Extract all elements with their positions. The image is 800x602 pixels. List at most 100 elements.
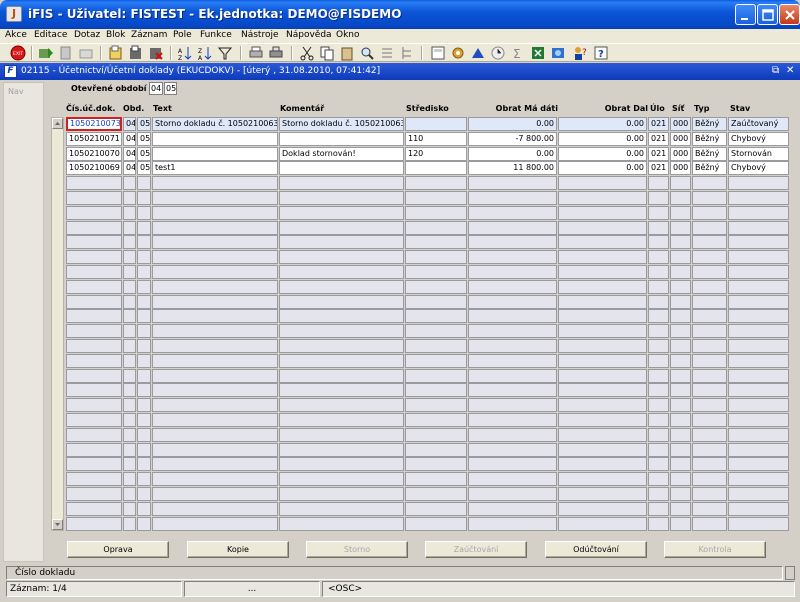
print-setup-icon[interactable] (268, 45, 284, 61)
cell-ulo[interactable] (648, 339, 669, 353)
cell-debit[interactable] (468, 295, 557, 309)
sum-icon[interactable]: Σ (510, 45, 526, 61)
cell-text[interactable] (152, 487, 278, 501)
cell-state[interactable] (728, 265, 789, 279)
cell-text[interactable] (152, 354, 278, 368)
cell-debit[interactable] (468, 221, 557, 235)
excel-icon[interactable] (530, 45, 546, 61)
cell-debit[interactable] (468, 354, 557, 368)
cell-ulo[interactable] (648, 502, 669, 516)
cell-ulo[interactable] (648, 221, 669, 235)
cell-period-year[interactable] (123, 280, 136, 294)
cell-state[interactable] (728, 472, 789, 486)
cell-state[interactable] (728, 309, 789, 323)
cell-type[interactable]: Běžný (692, 161, 727, 175)
cell-credit[interactable] (558, 324, 647, 338)
row-indicator[interactable] (52, 221, 63, 233)
cell-comment[interactable]: Doklad stornován! (279, 147, 404, 161)
cell-text[interactable] (152, 147, 278, 161)
cell-type[interactable] (692, 383, 727, 397)
cell-state[interactable] (728, 428, 789, 442)
cell-text[interactable] (152, 383, 278, 397)
cell-cost-center[interactable] (405, 383, 467, 397)
cell-period-month[interactable] (137, 428, 151, 442)
cell-doc-number[interactable] (66, 517, 122, 531)
cell-type[interactable] (692, 502, 727, 516)
cell-credit[interactable] (558, 206, 647, 220)
cell-period-month[interactable]: 05 (137, 117, 151, 131)
row-indicator[interactable] (52, 309, 63, 321)
cell-state[interactable]: Stornován (728, 147, 789, 161)
cell-doc-number[interactable] (66, 295, 122, 309)
cell-period-month[interactable] (137, 443, 151, 457)
cell-sit[interactable]: 000 (670, 132, 691, 146)
cell-period-year[interactable] (123, 354, 136, 368)
paste-icon[interactable] (339, 45, 355, 61)
cell-comment[interactable] (279, 324, 404, 338)
cell-type[interactable] (692, 339, 727, 353)
close-window-button[interactable] (779, 4, 800, 25)
row-indicator[interactable] (52, 413, 63, 425)
cell-credit[interactable] (558, 398, 647, 412)
row-indicator[interactable] (52, 235, 63, 247)
cell-debit[interactable] (468, 191, 557, 205)
cell-cost-center[interactable] (405, 457, 467, 471)
cell-sit[interactable] (670, 176, 691, 190)
cell-sit[interactable] (670, 398, 691, 412)
cell-type[interactable] (692, 517, 727, 531)
cell-ulo[interactable] (648, 280, 669, 294)
cell-text[interactable] (152, 250, 278, 264)
cell-doc-number[interactable] (66, 487, 122, 501)
cell-credit[interactable] (558, 339, 647, 353)
cell-sit[interactable] (670, 487, 691, 501)
cell-period-year[interactable] (123, 250, 136, 264)
cell-ulo[interactable] (648, 309, 669, 323)
cell-debit[interactable] (468, 398, 557, 412)
cell-doc-number[interactable] (66, 369, 122, 383)
cell-doc-number[interactable] (66, 250, 122, 264)
cell-sit[interactable] (670, 280, 691, 294)
menu-blok[interactable]: Blok (106, 30, 125, 40)
cell-state[interactable] (728, 206, 789, 220)
cell-cost-center[interactable] (405, 413, 467, 427)
row-indicator[interactable] (52, 132, 63, 144)
cell-period-year[interactable] (123, 191, 136, 205)
cell-doc-number[interactable] (66, 221, 122, 235)
row-indicator[interactable] (52, 295, 63, 307)
cell-cost-center[interactable] (405, 398, 467, 412)
row-indicator[interactable] (52, 502, 63, 514)
cell-doc-number[interactable] (66, 280, 122, 294)
cell-comment[interactable] (279, 472, 404, 486)
find-icon[interactable] (359, 45, 375, 61)
cell-type[interactable] (692, 265, 727, 279)
cell-credit[interactable] (558, 383, 647, 397)
cell-state[interactable] (728, 398, 789, 412)
cell-period-month[interactable] (137, 324, 151, 338)
row-indicator[interactable] (52, 324, 63, 336)
cell-sit[interactable] (670, 235, 691, 249)
cell-credit[interactable] (558, 221, 647, 235)
cell-period-month[interactable] (137, 191, 151, 205)
cell-debit[interactable] (468, 457, 557, 471)
cell-cost-center[interactable] (405, 176, 467, 190)
cell-debit[interactable] (468, 265, 557, 279)
cell-cost-center[interactable] (405, 309, 467, 323)
cell-type[interactable] (692, 369, 727, 383)
cell-text[interactable] (152, 398, 278, 412)
cell-sit[interactable] (670, 206, 691, 220)
cell-ulo[interactable] (648, 472, 669, 486)
menu-pole[interactable]: Pole (173, 30, 192, 40)
cell-type[interactable] (692, 280, 727, 294)
cell-sit[interactable] (670, 354, 691, 368)
cell-cost-center[interactable] (405, 206, 467, 220)
cell-cost-center[interactable] (405, 339, 467, 353)
cell-type[interactable] (692, 309, 727, 323)
cell-period-year[interactable] (123, 265, 136, 279)
menu-editace[interactable]: Editace (34, 30, 67, 40)
cell-sit[interactable] (670, 265, 691, 279)
cell-ulo[interactable] (648, 295, 669, 309)
cell-doc-number[interactable] (66, 443, 122, 457)
cell-state[interactable] (728, 487, 789, 501)
cell-credit[interactable] (558, 472, 647, 486)
cell-period-month[interactable] (137, 502, 151, 516)
